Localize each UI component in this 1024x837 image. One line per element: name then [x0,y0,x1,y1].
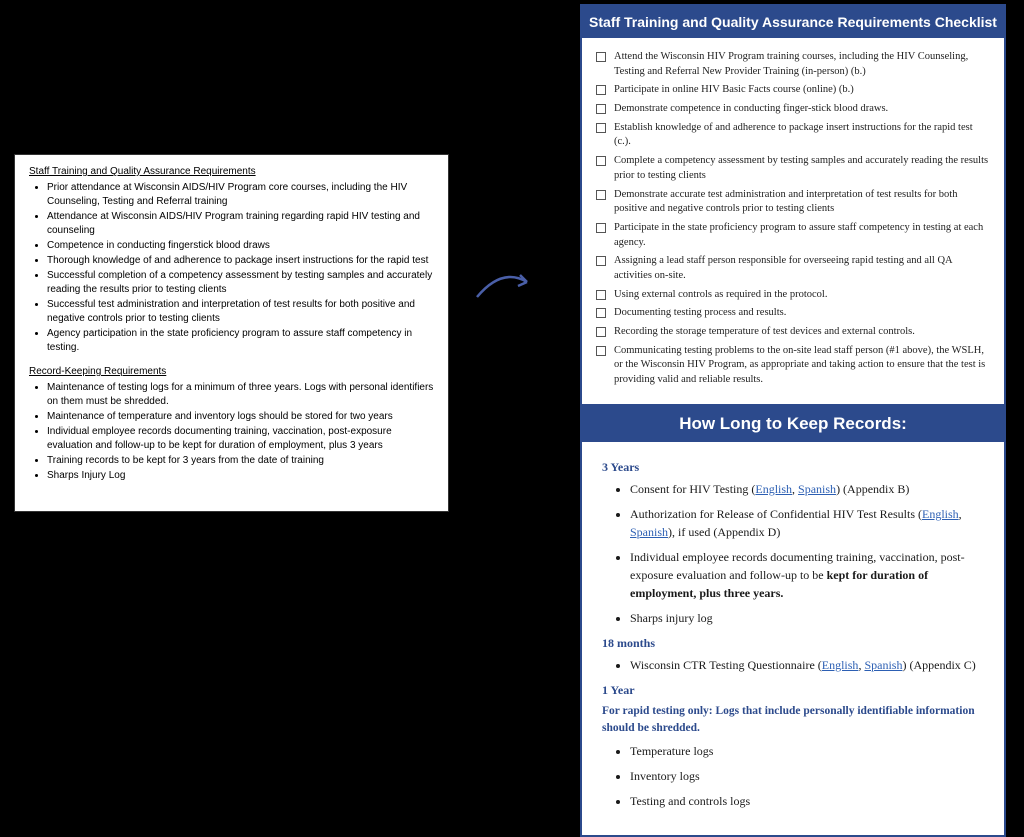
list-item: Maintenance of testing logs for a minimu… [47,381,434,409]
checklist-item: Demonstrate accurate test administration… [596,188,990,217]
records-18month-list: Wisconsin CTR Testing Questionnaire (Eng… [602,656,984,674]
staff-training-list: Prior attendance at Wisconsin AIDS/HIV P… [29,181,434,355]
duration-1-year: 1 Year [602,681,984,699]
list-item: Individual employee records documenting … [630,548,984,602]
list-item: Temperature logs [630,742,984,760]
list-item: Agency participation in the state profic… [47,327,434,355]
records-title: How Long to Keep Records: [582,406,1004,442]
english-link[interactable]: English [822,658,859,672]
records-1year-list: Temperature logs Inventory logs Testing … [602,742,984,810]
list-item: Wisconsin CTR Testing Questionnaire (Eng… [630,656,984,674]
record-keeping-list: Maintenance of testing logs for a minimu… [29,381,434,483]
list-item: Competence in conducting fingerstick blo… [47,239,434,253]
list-item: Thorough knowledge of and adherence to p… [47,254,434,268]
staff-training-heading: Staff Training and Quality Assurance Req… [29,165,434,179]
list-item: Testing and controls logs [630,792,984,810]
checklist-item: Communicating testing problems to the on… [596,344,990,388]
checklist-item: Demonstrate competence in conducting fin… [596,102,990,117]
records-body: 3 Years Consent for HIV Testing (English… [582,442,1004,823]
records-3year-list: Consent for HIV Testing (English, Spanis… [602,480,984,627]
checklist-list: Attend the Wisconsin HIV Program trainin… [596,50,990,388]
english-link[interactable]: English [755,482,792,496]
shred-note: For rapid testing only: Logs that includ… [602,703,984,738]
checklist-item: Recording the storage temperature of tes… [596,325,990,340]
spanish-link[interactable]: Spanish [630,525,668,539]
list-item: Inventory logs [630,767,984,785]
duration-18-months: 18 months [602,634,984,652]
list-item: Individual employee records documenting … [47,425,434,453]
list-item: Attendance at Wisconsin AIDS/HIV Program… [47,210,434,238]
spanish-link[interactable]: Spanish [798,482,836,496]
legacy-requirements-panel: Staff Training and Quality Assurance Req… [14,154,449,512]
list-item: Prior attendance at Wisconsin AIDS/HIV P… [47,181,434,209]
checklist-item: Using external controls as required in t… [596,288,990,303]
list-item: Authorization for Release of Confidentia… [630,505,984,541]
checklist-body: Attend the Wisconsin HIV Program trainin… [582,38,1004,406]
checklist-item: Participate in online HIV Basic Facts co… [596,83,990,98]
list-item: Successful test administration and inter… [47,298,434,326]
records-retention-panel: How Long to Keep Records: 3 Years Consen… [580,404,1006,837]
checklist-item: Complete a competency assessment by test… [596,154,990,183]
spanish-link[interactable]: Spanish [864,658,902,672]
checklist-panel: Staff Training and Quality Assurance Req… [580,4,1006,408]
list-item: Consent for HIV Testing (English, Spanis… [630,480,984,498]
list-item: Training records to be kept for 3 years … [47,454,434,468]
checklist-title: Staff Training and Quality Assurance Req… [582,6,1004,38]
checklist-item: Documenting testing process and results. [596,306,990,321]
checklist-item: Assigning a lead staff person responsibl… [596,254,990,283]
list-item: Sharps Injury Log [47,469,434,483]
checklist-item: Participate in the state proficiency pro… [596,221,990,250]
checklist-item: Attend the Wisconsin HIV Program trainin… [596,50,990,79]
record-keeping-heading: Record-Keeping Requirements [29,365,434,379]
list-item: Sharps injury log [630,609,984,627]
english-link[interactable]: English [922,507,959,521]
checklist-item: Establish knowledge of and adherence to … [596,121,990,150]
transition-arrow-icon [472,262,542,312]
duration-3-years: 3 Years [602,458,984,476]
list-item: Successful completion of a competency as… [47,269,434,297]
list-item: Maintenance of temperature and inventory… [47,410,434,424]
